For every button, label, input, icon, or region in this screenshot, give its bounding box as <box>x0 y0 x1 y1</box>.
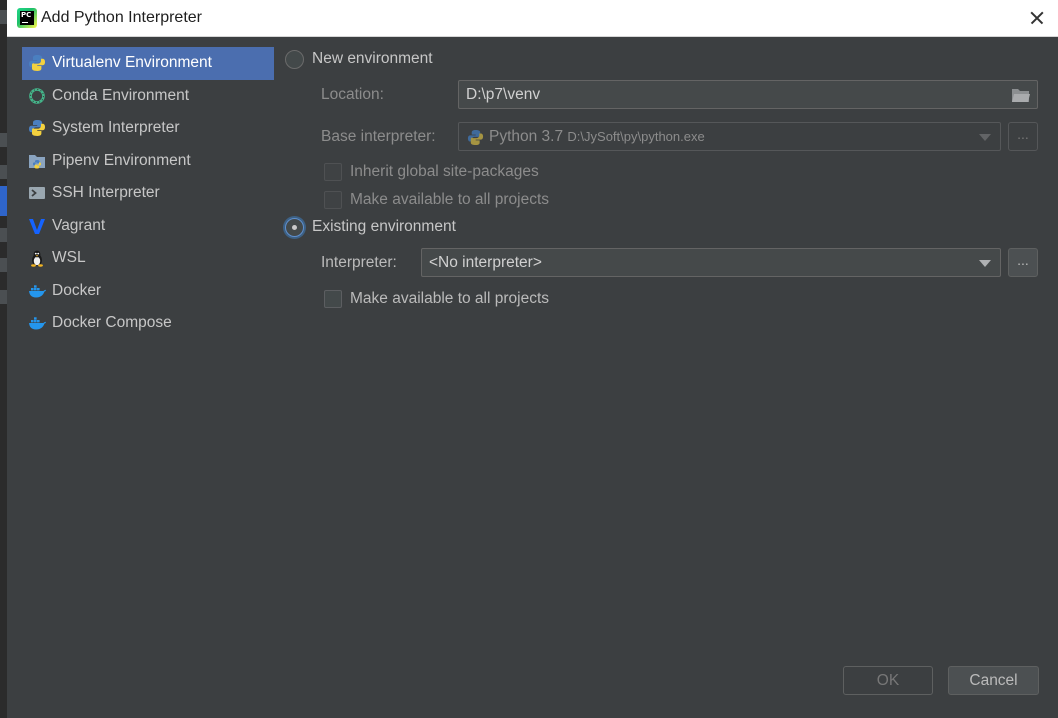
sidebar-item-label: Docker <box>52 281 102 299</box>
sidebar-item-pipenv[interactable]: Pipenv Environment <box>22 145 274 178</box>
existing-env-make-available-checkbox[interactable] <box>324 290 342 308</box>
chevron-down-icon <box>979 260 991 267</box>
docker-compose-icon <box>29 317 46 330</box>
conda-icon <box>29 87 45 104</box>
close-button[interactable] <box>1024 5 1050 31</box>
pycharm-logo-icon: PC <box>17 8 37 28</box>
existing-environment-radio[interactable] <box>285 218 304 237</box>
virtualenv-icon <box>29 55 45 71</box>
sidebar-item-label: System Interpreter <box>52 119 180 136</box>
python-icon <box>467 129 484 146</box>
sidebar-item-label: WSL <box>52 249 86 266</box>
sidebar-item-label: SSH Interpreter <box>52 184 160 201</box>
new-environment-label: New environment <box>312 50 433 67</box>
chevron-down-icon <box>979 134 991 141</box>
interpreter-label: Interpreter: <box>321 254 397 271</box>
sidebar-item-virtualenv[interactable]: Virtualenv Environment <box>22 47 274 80</box>
new-env-make-available-checkbox[interactable] <box>324 191 342 209</box>
dialog-body: Virtualenv Environment Conda Environment… <box>7 37 1058 718</box>
base-interpreter-combo[interactable]: Python 3.7 D:\JySoft\py\python.exe <box>458 122 1001 151</box>
pipenv-icon <box>29 154 45 168</box>
sidebar-item-conda[interactable]: Conda Environment <box>22 80 274 113</box>
dialog-title: Add Python Interpreter <box>41 9 202 26</box>
existing-env-make-available-label: Make available to all projects <box>350 290 550 307</box>
docker-icon <box>29 284 46 297</box>
python-icon <box>29 120 45 136</box>
sidebar-item-ssh[interactable]: SSH Interpreter <box>22 177 274 210</box>
base-interpreter-label: Base interpreter: <box>321 128 436 145</box>
existing-environment-label: Existing environment <box>312 218 456 235</box>
sidebar-item-label: Docker Compose <box>52 314 172 331</box>
inherit-site-packages-checkbox[interactable] <box>324 163 342 181</box>
terminal-icon <box>29 187 45 199</box>
new-env-make-available-label: Make available to all projects <box>350 191 550 208</box>
interpreter-type-list: Virtualenv Environment Conda Environment… <box>22 47 274 340</box>
sidebar-item-label: Virtualenv Environment <box>52 54 212 71</box>
vagrant-icon <box>29 218 45 234</box>
sidebar-item-wsl[interactable]: WSL <box>22 242 274 275</box>
sidebar-item-vagrant[interactable]: Vagrant <box>22 210 274 243</box>
base-interpreter-name: Python 3.7 <box>489 128 564 145</box>
new-environment-radio[interactable] <box>285 50 304 69</box>
cancel-button[interactable]: Cancel <box>948 666 1039 695</box>
sidebar-item-label: Conda Environment <box>52 86 189 104</box>
base-interpreter-value: Python 3.7 D:\JySoft\py\python.exe <box>489 128 705 146</box>
location-label: Location: <box>321 86 384 103</box>
interpreter-browse-button[interactable]: ... <box>1008 248 1038 277</box>
title-bar: PC Add Python Interpreter <box>7 0 1058 37</box>
location-value: D:\p7\venv <box>466 86 541 103</box>
location-field[interactable]: D:\p7\venv <box>458 80 1038 109</box>
interpreter-combo[interactable]: <No interpreter> <box>421 248 1001 277</box>
sidebar-item-docker[interactable]: Docker <box>22 275 274 308</box>
ok-button[interactable]: OK <box>843 666 933 695</box>
base-interpreter-path: D:\JySoft\py\python.exe <box>567 129 705 144</box>
sidebar-item-label: Vagrant <box>52 216 106 234</box>
interpreter-value: <No interpreter> <box>429 254 542 271</box>
inherit-site-packages-label: Inherit global site-packages <box>350 163 539 180</box>
folder-icon[interactable] <box>1011 87 1031 103</box>
sidebar-item-system-interpreter[interactable]: System Interpreter <box>22 112 274 145</box>
base-interpreter-browse-button[interactable]: ... <box>1008 122 1038 151</box>
sidebar-item-label: Pipenv Environment <box>52 151 191 169</box>
sidebar-item-docker-compose[interactable]: Docker Compose <box>22 307 274 340</box>
linux-penguin-icon <box>31 250 43 267</box>
